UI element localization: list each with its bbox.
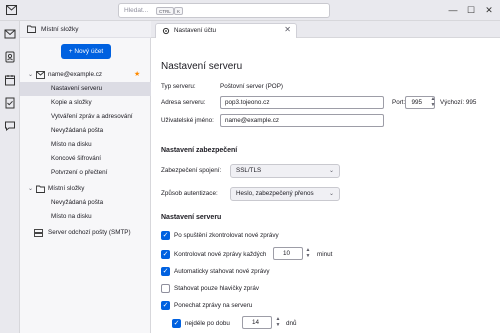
port-label: Port: — [392, 99, 406, 106]
folder-pane: Místní složky + Nový účet ⌄ name@example… — [20, 21, 151, 333]
auth-method-value: Heslo, zabezpečený přenos — [236, 190, 314, 197]
shortcut-ctrl-badge: CTRL — [156, 7, 174, 15]
auto-download-checkbox[interactable]: ✓ — [161, 267, 170, 276]
minimize-button[interactable]: — — [446, 3, 460, 17]
local-folders-label: Místní složky — [48, 185, 85, 192]
username-label: Uživatelské jméno: — [161, 117, 214, 124]
auth-method-select[interactable]: Heslo, zabezpečený přenos ⌄ — [230, 187, 340, 201]
check-new-on-startup-label: Po spuštění zkontrolovat nové zprávy — [174, 232, 279, 239]
tree-item-junk[interactable]: Nevyžádaná pošta — [20, 124, 151, 138]
address-book-icon[interactable] — [4, 51, 16, 63]
new-account-button[interactable]: + Nový účet — [61, 44, 111, 59]
close-window-button[interactable]: ✕ — [482, 3, 496, 17]
check-interval-input[interactable]: 10 — [273, 247, 303, 260]
port-decrease-button[interactable]: ▼ — [429, 102, 437, 108]
folder-pane-header-label: Místní složky — [41, 26, 79, 33]
tab-bar: Nastavení účtu ✕ — [151, 21, 500, 38]
check-interval-unit: minut — [317, 251, 333, 258]
mail-icon[interactable] — [4, 28, 16, 40]
page-title: Nastavení serveru — [161, 61, 243, 72]
account-settings-panel: Nastavení serveru Typ serveru: Poštovní … — [151, 38, 500, 333]
folder-icon — [27, 25, 36, 33]
star-icon: ★ — [134, 71, 141, 78]
tree-item-label: Kopie a složky — [51, 99, 92, 106]
server-address-label: Adresa serveru: — [161, 99, 206, 106]
tree-item-composition[interactable]: Vytváření zpráv a adresování — [20, 110, 151, 124]
username-input[interactable]: name@example.cz — [220, 114, 384, 127]
max-days-unit: dnů — [286, 320, 297, 327]
tree-item-label: Nevyžádaná pošta — [51, 199, 104, 206]
tree-item-receipts[interactable]: Potvrzení o přečtení — [20, 166, 151, 180]
tree-item-copies-folders[interactable]: Kopie a složky — [20, 96, 151, 110]
server-address-input[interactable]: pop3.tojeono.cz — [220, 96, 384, 109]
tree-item-label: Vytváření zpráv a adresování — [51, 113, 133, 120]
gear-icon — [162, 27, 170, 35]
chevron-down-icon: ⌄ — [328, 191, 334, 197]
check-interval-value: 10 — [282, 250, 290, 257]
chevron-down-icon: ⌄ — [328, 168, 334, 174]
server-type-label: Typ serveru: — [161, 83, 196, 90]
max-days-label: nejdéle po dobu — [185, 320, 230, 327]
mail-icon[interactable] — [6, 5, 17, 15]
leave-on-server-label: Ponechat zprávy na serveru — [174, 302, 253, 309]
check-interval-label: Kontrolovat nové zprávy každých — [174, 251, 267, 258]
tree-item-label: Místo na disku — [51, 141, 92, 148]
chevron-down-icon[interactable]: ⌄ — [28, 182, 33, 196]
tree-item-label: Koncové šifrování — [51, 155, 102, 162]
connection-security-label: Zabezpečení spojení: — [161, 167, 222, 174]
chevron-down-icon[interactable]: ⌄ — [28, 68, 33, 82]
interval-decrease-button[interactable]: ▼ — [304, 253, 312, 259]
server-icon — [34, 229, 43, 237]
tree-item-local-junk[interactable]: Nevyžádaná pošta — [20, 196, 151, 210]
headers-only-label: Stahovat pouze hlavičky zpráv — [174, 285, 260, 292]
auto-download-label: Automaticky stahovat nové zprávy — [174, 268, 270, 275]
mail-account-icon — [36, 71, 45, 79]
tree-item-label: Potvrzení o přečtení — [51, 169, 108, 176]
leave-on-server-checkbox[interactable]: ✓ — [161, 301, 170, 310]
check-interval-checkbox[interactable]: ✓ — [161, 250, 170, 259]
tree-item-local-disk-space[interactable]: Místo na disku — [20, 210, 151, 224]
title-bar: Hledat... CTRL K — ☐ ✕ — [0, 0, 500, 21]
spaces-toolbar — [0, 21, 20, 333]
chat-icon[interactable] — [4, 120, 16, 132]
tasks-icon[interactable] — [4, 97, 16, 109]
close-tab-icon[interactable]: ✕ — [284, 25, 291, 34]
headers-only-checkbox[interactable] — [161, 284, 170, 293]
server-settings-heading: Nastavení serveru — [161, 214, 222, 221]
smtp-server-row[interactable]: Server odchozí pošty (SMTP) — [20, 226, 151, 240]
default-port-label: Výchozí: 995 — [440, 99, 477, 106]
calendar-icon[interactable] — [4, 74, 16, 86]
tree-item-label: Nastavení serveru — [51, 85, 103, 92]
account-row[interactable]: ⌄ name@example.cz ★ — [20, 68, 151, 82]
tree-item-server-settings[interactable]: Nastavení serveru — [20, 82, 151, 96]
smtp-server-label: Server odchozí pošty (SMTP) — [48, 229, 131, 236]
auth-method-label: Způsob autentizace: — [161, 190, 218, 197]
search-placeholder: Hledat... — [124, 7, 149, 14]
tree-item-label: Nevyžádaná pošta — [51, 127, 104, 134]
max-days-checkbox[interactable]: ✓ — [172, 319, 181, 328]
folder-icon — [36, 185, 45, 193]
tree-item-label: Místo na disku — [51, 213, 92, 220]
check-new-on-startup-checkbox[interactable]: ✓ — [161, 231, 170, 240]
connection-security-select[interactable]: SSL/TLS ⌄ — [230, 164, 340, 178]
port-value: 995 — [411, 99, 422, 106]
shortcut-k-badge: K — [174, 7, 184, 15]
max-days-value: 14 — [251, 319, 259, 326]
tab-account-settings[interactable]: Nastavení účtu ✕ — [155, 23, 297, 38]
maximize-button[interactable]: ☐ — [464, 3, 478, 17]
tree-item-encryption[interactable]: Koncové šifrování — [20, 152, 151, 166]
server-type-value: Poštovní server (POP) — [220, 83, 283, 90]
days-decrease-button[interactable]: ▼ — [274, 322, 282, 328]
search-input[interactable]: Hledat... CTRL K — [118, 3, 330, 18]
account-label: name@example.cz — [48, 71, 102, 78]
tab-label: Nastavení účtu — [174, 27, 217, 34]
connection-security-value: SSL/TLS — [236, 167, 262, 174]
folder-pane-header: Místní složky — [20, 21, 151, 38]
max-days-input[interactable]: 14 — [242, 316, 272, 329]
local-folders-row[interactable]: ⌄ Místní složky — [20, 182, 151, 196]
tree-item-disk-space[interactable]: Místo na disku — [20, 138, 151, 152]
security-heading: Nastavení zabezpečení — [161, 147, 238, 154]
